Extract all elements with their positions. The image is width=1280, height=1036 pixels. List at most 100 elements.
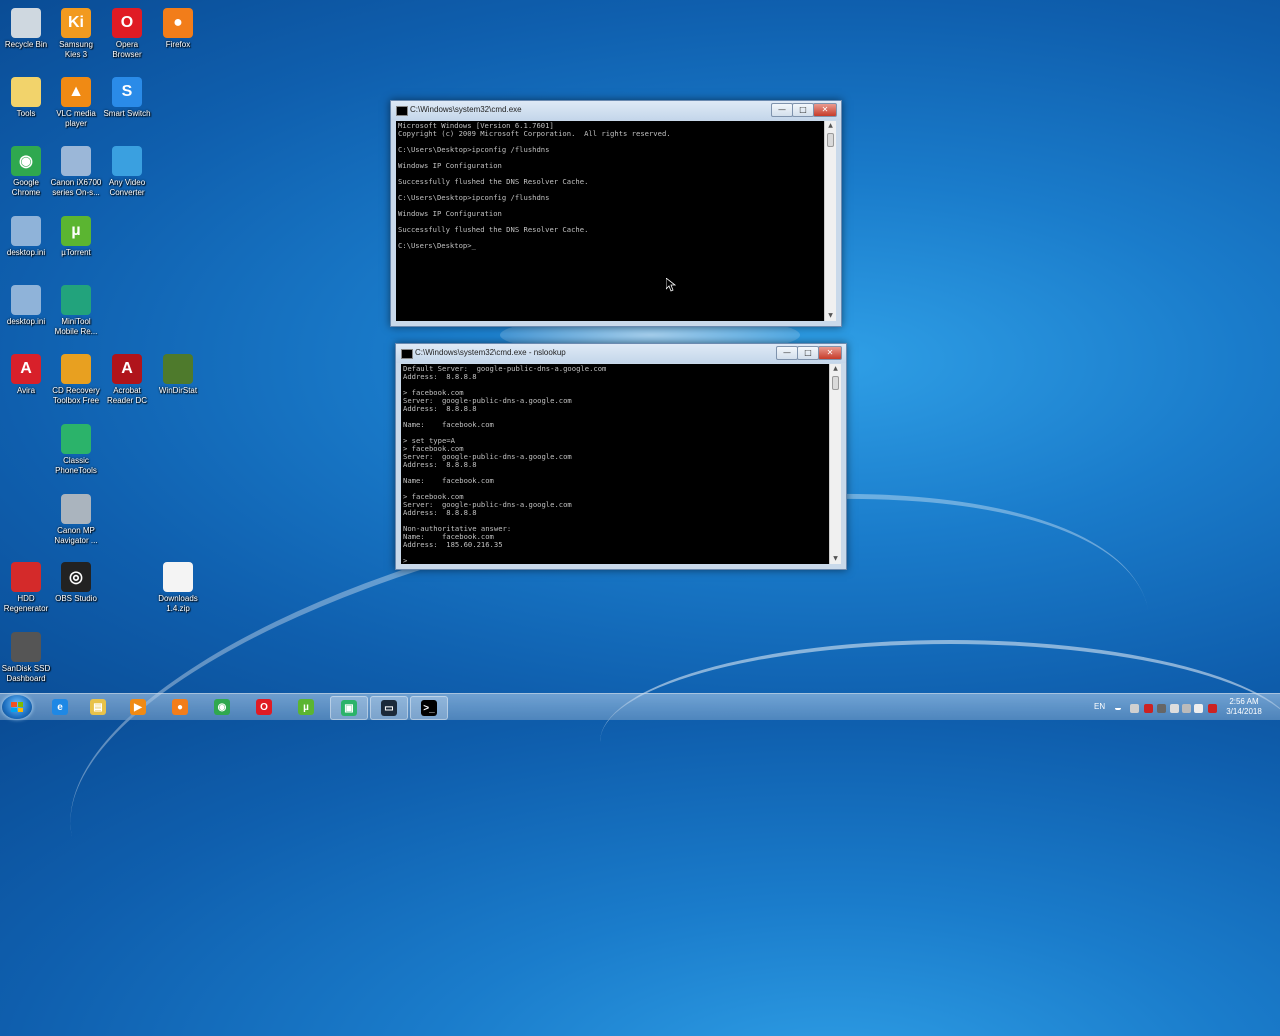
opera-icon: O <box>112 8 142 38</box>
close-button[interactable]: ✕ <box>813 103 837 117</box>
desktop-icon[interactable]: Any Video Converter <box>101 142 153 198</box>
desktop-icon[interactable]: CD Recovery Toolbox Free <box>50 350 102 406</box>
internet-explorer-icon: e <box>52 699 68 715</box>
vertical-scrollbar[interactable]: ▲ ▼ <box>829 364 841 564</box>
scroll-down-arrow-icon[interactable]: ▼ <box>825 311 836 321</box>
ini-file-icon <box>11 216 41 246</box>
tray-app-icon[interactable] <box>1170 704 1179 713</box>
cmd-icon: >_ <box>421 700 437 716</box>
desktop-icon[interactable]: Tools <box>0 73 52 119</box>
canon-mp-navigator-icon <box>61 494 91 524</box>
desktop-icon[interactable]: Classic PhoneTools <box>50 420 102 476</box>
language-indicator[interactable]: EN <box>1094 702 1105 711</box>
avira-icon: A <box>11 354 41 384</box>
chrome-icon: ◉ <box>214 699 230 715</box>
network-signal-icon[interactable] <box>1182 704 1191 713</box>
desktop-icon-label: Downloads 1.4.zip <box>158 594 198 613</box>
vertical-scrollbar[interactable]: ▲ ▼ <box>824 121 836 321</box>
taskbar-button[interactable]: µ <box>288 696 324 718</box>
taskbar-button[interactable]: ● <box>162 696 198 718</box>
window-titlebar[interactable]: C:\Windows\system32\cmd.exe - nslookup —… <box>396 344 846 363</box>
maximize-button[interactable]: □ <box>797 346 819 360</box>
desktop-icon-label: SanDisk SSD Dashboard <box>1 664 51 683</box>
console-text: Default Server: google-public-dns-a.goog… <box>403 364 607 565</box>
desktop-icon[interactable]: Recycle Bin <box>0 4 52 50</box>
desktop-icon-label: MiniTool Mobile Re... <box>54 317 98 336</box>
taskbar-button[interactable]: ▤ <box>80 696 116 718</box>
console-output[interactable]: Default Server: google-public-dns-a.goog… <box>401 364 829 564</box>
media-player-icon: ▶ <box>130 699 146 715</box>
minitool-icon <box>61 285 91 315</box>
desktop-icon-label: Samsung Kies 3 <box>59 40 93 59</box>
scroll-up-arrow-icon[interactable]: ▲ <box>830 364 841 374</box>
vlc-icon: ▲ <box>61 77 91 107</box>
desktop-icon[interactable]: Canon iX6700 series On-s... <box>50 142 102 198</box>
cmd-nslookup-window[interactable]: C:\Windows\system32\cmd.exe - nslookup —… <box>395 343 847 570</box>
window-titlebar[interactable]: C:\Windows\system32\cmd.exe — □ ✕ <box>391 101 841 120</box>
taskbar-button[interactable]: ◉ <box>204 696 240 718</box>
canon-manual-icon <box>61 146 91 176</box>
firefox-icon: ● <box>163 8 193 38</box>
minimize-button[interactable]: — <box>776 346 798 360</box>
desktop-icon[interactable]: O Opera Browser <box>101 4 153 60</box>
desktop-icon[interactable]: A Acrobat Reader DC <box>101 350 153 406</box>
desktop-icon[interactable]: ◎ OBS Studio <box>50 558 102 604</box>
desktop-icon-label: desktop.ini <box>6 317 46 326</box>
close-button[interactable]: ✕ <box>818 346 842 360</box>
desktop-icon[interactable]: A Avira <box>0 350 52 396</box>
minimize-button[interactable]: — <box>771 103 793 117</box>
desktop-icon[interactable]: ▲ VLC media player <box>50 73 102 129</box>
obs-icon: ◎ <box>61 562 91 592</box>
utorrent-icon: µ <box>298 699 314 715</box>
desktop-icon-label: desktop.ini <box>6 248 46 257</box>
cmd-window[interactable]: C:\Windows\system32\cmd.exe — □ ✕ Micros… <box>390 100 842 327</box>
volume-icon[interactable] <box>1194 704 1203 713</box>
tray-app-icon[interactable] <box>1208 704 1217 713</box>
desktop-icon[interactable]: µ µTorrent <box>50 212 102 258</box>
scroll-thumb[interactable] <box>832 376 839 390</box>
tray-arrow-icon[interactable] <box>1115 704 1121 710</box>
scroll-thumb[interactable] <box>827 133 834 147</box>
classic-phonetools-icon: ▣ <box>341 700 357 716</box>
maximize-button[interactable]: □ <box>792 103 814 117</box>
wallpaper-swoosh <box>600 640 1280 844</box>
desktop-icon[interactable]: ◉ Google Chrome <box>0 142 52 198</box>
desktop-icon-label: HDD Regenerator <box>3 594 49 613</box>
taskbar-clock[interactable]: 2:56 AM 3/14/2018 <box>1222 697 1266 717</box>
desktop-icon[interactable]: desktop.ini <box>0 281 52 327</box>
taskbar-button[interactable]: >_ <box>410 696 448 720</box>
desktop-icon-label: Any Video Converter <box>108 178 146 197</box>
desktop-icon[interactable]: MiniTool Mobile Re... <box>50 281 102 337</box>
tray-app-icon[interactable] <box>1130 704 1139 713</box>
desktop-icon[interactable]: S Smart Switch <box>101 73 153 119</box>
console-output[interactable]: Microsoft Windows [Version 6.1.7601] Cop… <box>396 121 824 321</box>
desktop-icon[interactable]: Ki Samsung Kies 3 <box>50 4 102 60</box>
desktop-icon[interactable]: ● Firefox <box>152 4 204 50</box>
taskbar-button[interactable]: ▶ <box>120 696 156 718</box>
desktop-icon-label: VLC media player <box>56 109 96 128</box>
taskbar-button[interactable]: ▣ <box>330 696 368 720</box>
desktop-icon[interactable]: HDD Regenerator <box>0 558 52 614</box>
desktop-icon-label: WinDirStat <box>158 386 198 395</box>
desktop-icon[interactable]: Downloads 1.4.zip <box>152 558 204 614</box>
desktop-icon[interactable]: SanDisk SSD Dashboard <box>0 628 52 684</box>
desktop-icon-label: Classic PhoneTools <box>55 456 97 475</box>
taskbar-button[interactable]: ▭ <box>370 696 408 720</box>
taskbar-button[interactable]: e <box>42 696 78 718</box>
sandisk-icon <box>11 632 41 662</box>
scroll-down-arrow-icon[interactable]: ▼ <box>830 554 841 564</box>
file-explorer-icon: ▤ <box>90 699 106 715</box>
desktop-icon-label: CD Recovery Toolbox Free <box>52 386 100 405</box>
start-button[interactable] <box>2 695 32 719</box>
desktop-icon-label: Acrobat Reader DC <box>106 386 147 405</box>
tray-app-icon[interactable] <box>1144 704 1153 713</box>
desktop-icon[interactable]: WinDirStat <box>152 350 204 396</box>
desktop-icon[interactable]: desktop.ini <box>0 212 52 258</box>
scroll-up-arrow-icon[interactable]: ▲ <box>825 121 836 131</box>
taskbar-button[interactable]: O <box>246 696 282 718</box>
desktop-icon-label: µTorrent <box>61 248 91 257</box>
desktop-icon-label: Canon MP Navigator ... <box>54 526 98 545</box>
tray-app-icon[interactable] <box>1157 704 1166 713</box>
desktop-icon[interactable]: Canon MP Navigator ... <box>50 490 102 546</box>
acrobat-icon: A <box>112 354 142 384</box>
